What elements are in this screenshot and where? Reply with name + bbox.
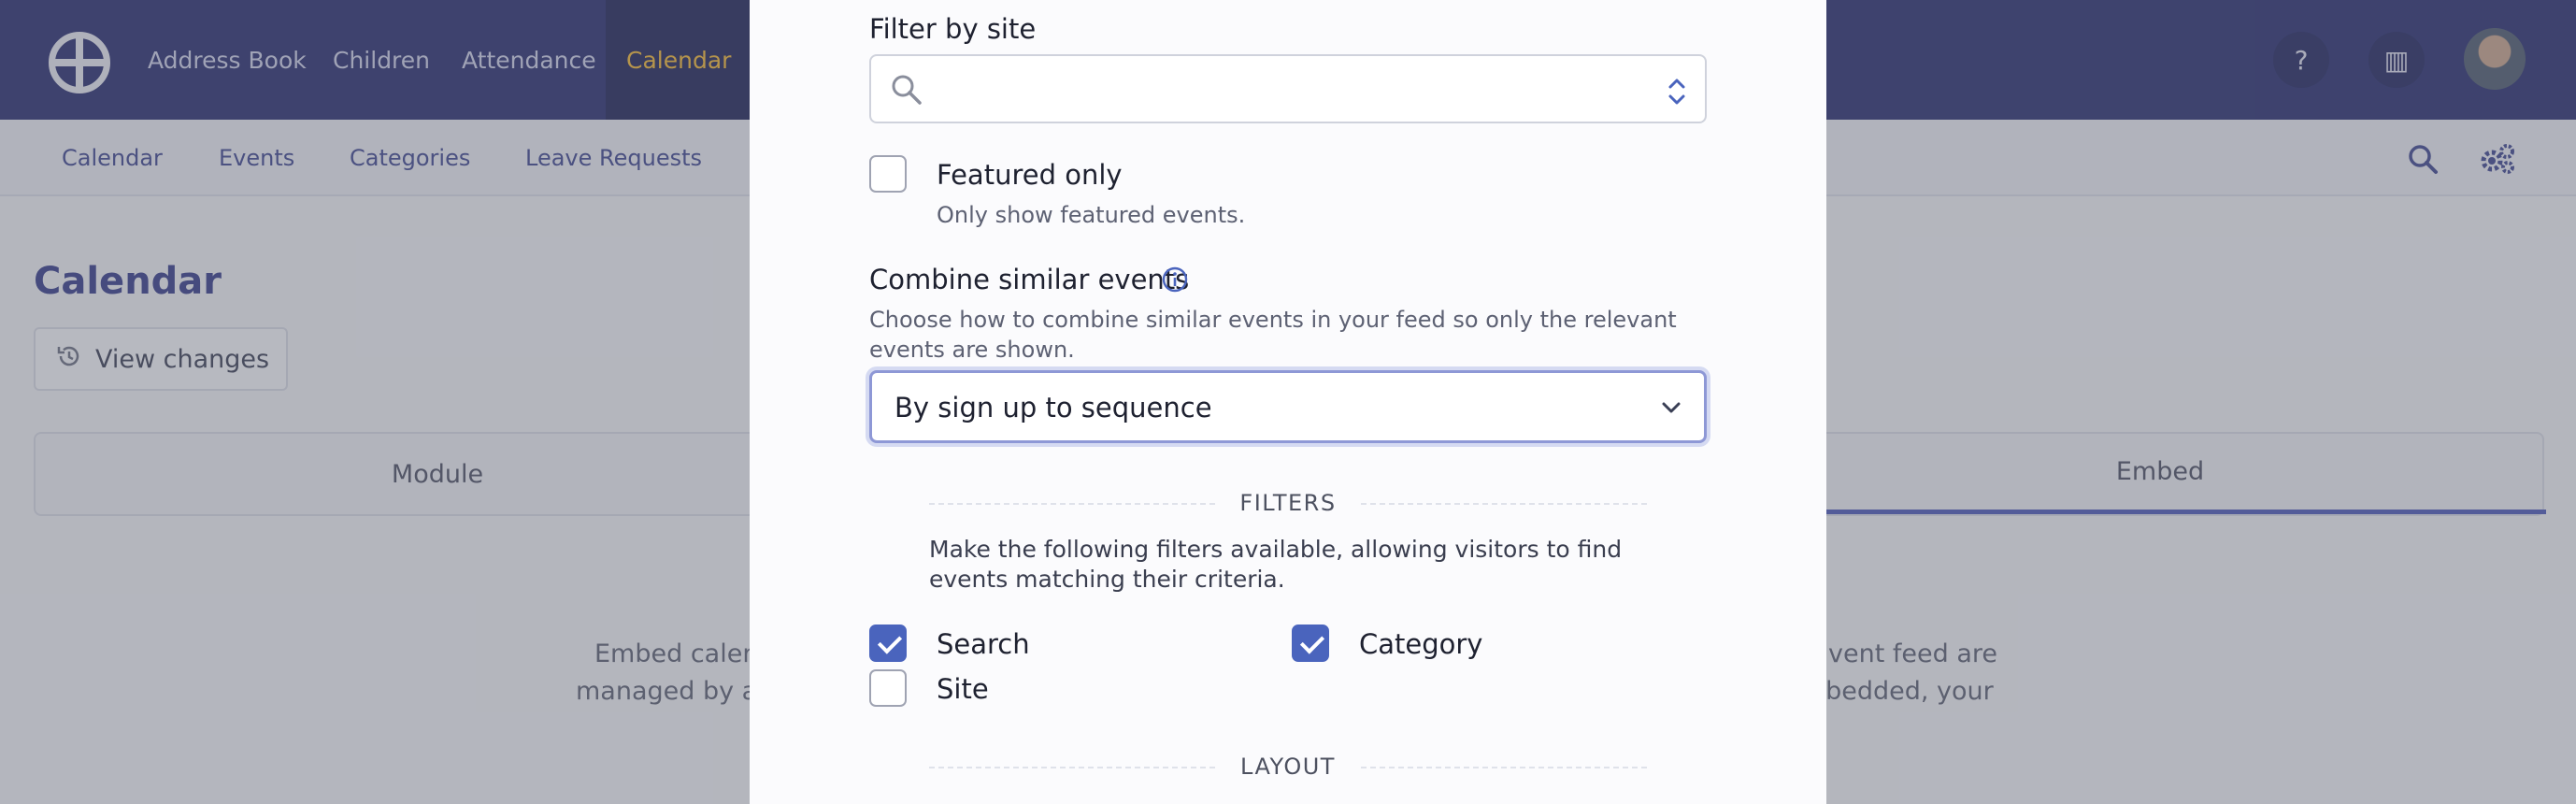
filters-hint: Make the following filters available, al… — [929, 536, 1623, 593]
chevron-down-icon — [1659, 395, 1683, 424]
combine-similar-value: By sign up to sequence — [894, 392, 1212, 424]
combine-similar-hint: Choose how to combine similar events in … — [869, 307, 1677, 363]
sort-updown-icon — [1666, 73, 1688, 114]
filter-search-label: Search — [937, 628, 1030, 660]
layout-divider-left — [929, 767, 1215, 768]
featured-only-hint: Only show featured events. — [937, 202, 1246, 228]
combine-similar-label: Combine similar events — [869, 264, 1190, 295]
search-icon — [890, 73, 923, 110]
featured-only-checkbox[interactable] — [869, 155, 907, 193]
filter-category-checkbox[interactable] — [1292, 625, 1329, 662]
filter-site-checkbox[interactable] — [869, 669, 907, 707]
filters-section-title: FILTERS — [1239, 490, 1337, 516]
filter-by-site-select[interactable] — [869, 54, 1707, 123]
layout-section-title: LAYOUT — [1240, 754, 1336, 780]
info-icon[interactable] — [1161, 266, 1189, 297]
filter-by-site-label: Filter by site — [869, 13, 1037, 45]
featured-only-label: Featured only — [937, 159, 1123, 191]
combine-similar-select[interactable]: By sign up to sequence — [869, 370, 1707, 443]
filter-search-checkbox[interactable] — [869, 625, 907, 662]
filter-site-label: Site — [937, 673, 989, 705]
embed-settings-modal: Filter by site Featured only Only show f… — [750, 0, 1826, 804]
filters-divider-left — [929, 503, 1215, 505]
layout-divider-right — [1361, 767, 1647, 768]
filter-category-label: Category — [1359, 628, 1483, 660]
filters-divider-right — [1361, 503, 1647, 505]
